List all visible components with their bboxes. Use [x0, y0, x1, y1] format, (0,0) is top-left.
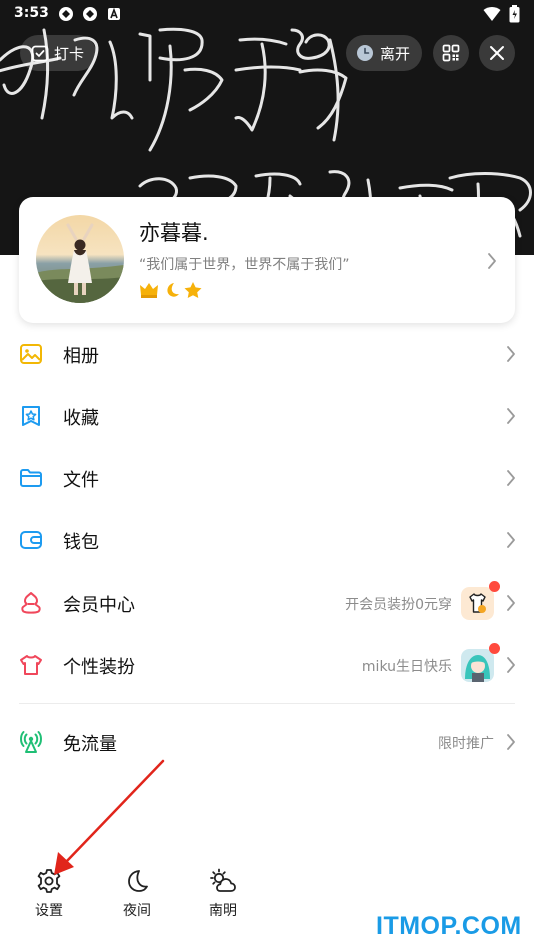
battery-icon: [509, 5, 520, 23]
settings-button[interactable]: 设置: [19, 868, 79, 920]
free-data-icon: [20, 731, 42, 753]
favorite-icon: [22, 406, 40, 426]
chevron-right-icon: [507, 408, 515, 424]
badge-row[interactable]: [139, 281, 203, 299]
album-icon: [20, 344, 42, 364]
menu-item-label: 文件: [63, 470, 99, 491]
gear-icon: [37, 869, 61, 893]
checkin-icon: [31, 45, 49, 62]
chevron-right-icon: [507, 470, 515, 486]
chevron-right-icon: [488, 253, 496, 269]
folder-icon: [20, 469, 42, 487]
clock-status-icon: [357, 45, 373, 61]
checkin-button[interactable]: 打卡: [20, 35, 97, 71]
app-notification-icon: [59, 7, 73, 21]
night-mode-button[interactable]: 夜间: [107, 868, 167, 920]
weather-button[interactable]: 南明: [193, 868, 253, 920]
wifi-icon: [483, 7, 501, 21]
night-mode-label: 夜间: [123, 903, 151, 919]
vip-promo-text: 开会员装扮0元穿: [345, 597, 452, 613]
moon-icon: [128, 870, 148, 892]
menu-item-label: 收藏: [63, 408, 99, 429]
new-indicator-dot: [489, 581, 500, 592]
settings-label: 设置: [35, 903, 63, 919]
moon-badge-icon: [167, 283, 179, 297]
wallet-icon: [20, 531, 42, 549]
watermark: ITMOP.COM: [376, 912, 522, 940]
close-icon: [490, 46, 504, 60]
menu-item-label: 个性装扮: [63, 657, 135, 678]
outfit-promo-thumbnail: [461, 587, 494, 620]
star-badge-icon: [184, 282, 202, 298]
profile-card[interactable]: 亦暮暮. “我们属于世界，世界不属于我们”: [19, 197, 515, 323]
status-bar: 3:53: [0, 0, 534, 28]
menu-item-files[interactable]: 文件: [0, 447, 534, 509]
app-notification-icon: [83, 7, 97, 21]
close-button[interactable]: [479, 35, 515, 71]
chevron-right-icon: [507, 346, 515, 362]
chevron-right-icon: [507, 657, 515, 673]
menu-item-wallet[interactable]: 钱包: [0, 509, 534, 571]
menu-item-label: 免流量: [63, 734, 117, 755]
status-leave-button[interactable]: 离开: [346, 35, 422, 71]
vip-icon: [21, 592, 41, 614]
menu-item-personal-outfit[interactable]: 个性装扮 miku生日快乐: [0, 634, 534, 696]
new-indicator-dot: [489, 643, 500, 654]
profile-signature: “我们属于世界，世界不属于我们”: [139, 257, 350, 273]
chevron-right-icon: [507, 532, 515, 548]
avatar-image: [36, 215, 124, 303]
menu-item-favorites[interactable]: 收藏: [0, 385, 534, 447]
status-time: 3:53: [14, 5, 49, 21]
crown-badge-icon: [140, 283, 158, 298]
menu-item-vip-center[interactable]: 会员中心 开会员装扮0元穿: [0, 572, 534, 634]
menu-item-label: 钱包: [63, 532, 99, 553]
outfit-promo-text: miku生日快乐: [361, 659, 452, 675]
a-notification-icon: [108, 7, 120, 20]
section-divider: [19, 703, 515, 704]
free-data-promo-text: 限时推广: [438, 736, 494, 752]
checkin-label: 打卡: [54, 44, 85, 63]
menu-item-label: 相册: [63, 346, 99, 367]
weather-location-label: 南明: [209, 903, 237, 919]
outfit-icon: [20, 655, 42, 675]
qr-code-icon: [442, 44, 460, 62]
menu-item-label: 会员中心: [63, 595, 135, 616]
status-leave-label: 离开: [380, 44, 411, 63]
menu-item-album[interactable]: 相册: [0, 323, 534, 385]
chevron-right-icon: [507, 734, 515, 750]
chevron-right-icon: [507, 595, 515, 611]
menu-item-free-data[interactable]: 免流量 限时推广: [0, 711, 534, 773]
miku-thumbnail: [461, 649, 494, 682]
profile-nickname: 亦暮暮.: [139, 221, 209, 245]
avatar[interactable]: [36, 215, 124, 303]
qr-code-button[interactable]: [433, 35, 469, 71]
weather-partly-cloudy-icon: [210, 868, 236, 892]
